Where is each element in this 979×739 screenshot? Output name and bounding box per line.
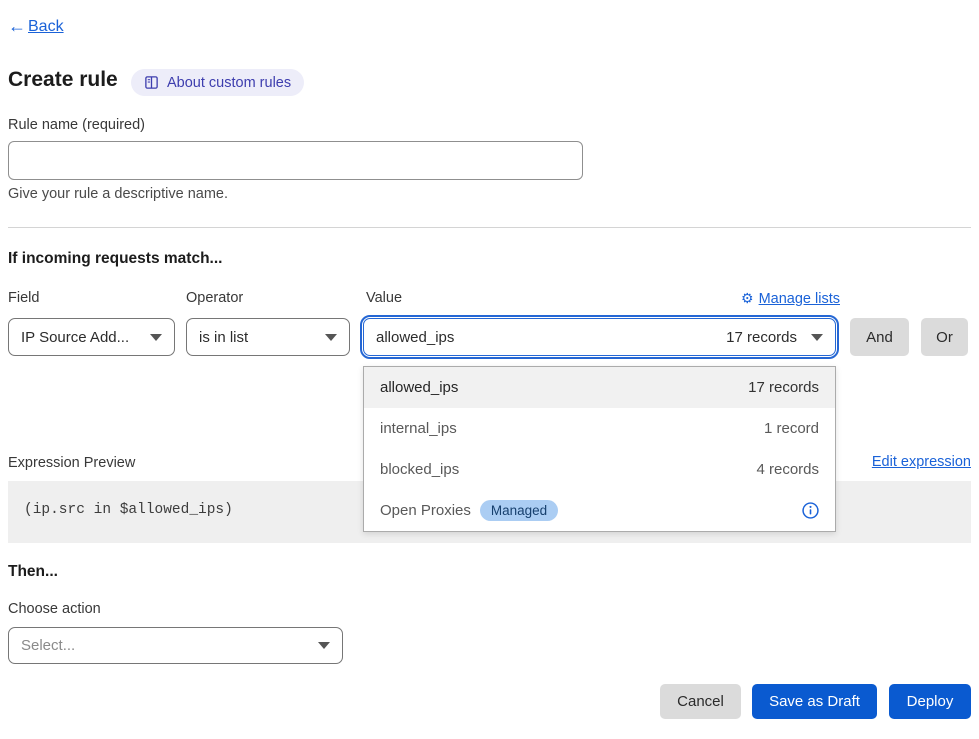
manage-lists-link[interactable]: ⚙ Manage lists bbox=[741, 290, 840, 307]
rule-name-helper-text: Give your rule a descriptive name. bbox=[8, 186, 228, 202]
info-icon[interactable] bbox=[802, 502, 819, 519]
dropdown-item-allowed-ips[interactable]: allowed_ips 17 records bbox=[364, 367, 835, 408]
back-arrow-icon: ← bbox=[8, 16, 26, 37]
value-column-label: Value bbox=[366, 290, 402, 306]
dropdown-item-internal-ips[interactable]: internal_ips 1 record bbox=[364, 408, 835, 449]
dropdown-item-open-proxies[interactable]: Open Proxies Managed bbox=[364, 490, 835, 531]
rule-name-input[interactable] bbox=[8, 141, 583, 180]
value-select[interactable]: allowed_ips 17 records bbox=[363, 318, 836, 356]
manage-lists-label: Manage lists bbox=[759, 291, 840, 307]
section-divider bbox=[8, 227, 971, 228]
cancel-button[interactable]: Cancel bbox=[660, 684, 741, 719]
save-as-draft-button[interactable]: Save as Draft bbox=[752, 684, 877, 719]
list-name: blocked_ips bbox=[380, 461, 459, 478]
chevron-down-icon bbox=[318, 642, 330, 649]
managed-badge: Managed bbox=[480, 500, 558, 521]
edit-expression-link[interactable]: Edit expression bbox=[872, 454, 971, 470]
page-title: Create rule bbox=[8, 68, 118, 92]
dropdown-item-blocked-ips[interactable]: blocked_ips 4 records bbox=[364, 449, 835, 490]
create-rule-page: ← Back Create rule About custom rules Ru… bbox=[0, 0, 979, 739]
value-dropdown-panel: allowed_ips 17 records internal_ips 1 re… bbox=[363, 366, 836, 532]
action-select-placeholder: Select... bbox=[21, 637, 75, 654]
or-button[interactable]: Or bbox=[921, 318, 968, 356]
operator-select[interactable]: is in list bbox=[186, 318, 350, 356]
action-select[interactable]: Select... bbox=[8, 627, 343, 664]
expression-preview-label: Expression Preview bbox=[8, 455, 135, 471]
field-select-value: IP Source Add... bbox=[21, 329, 129, 346]
operator-column-label: Operator bbox=[186, 290, 243, 306]
gear-icon: ⚙ bbox=[741, 290, 754, 307]
list-name: Open Proxies bbox=[380, 502, 471, 519]
value-select-value: allowed_ips bbox=[376, 329, 454, 346]
and-button[interactable]: And bbox=[850, 318, 909, 356]
list-record-count: 1 record bbox=[764, 420, 819, 437]
then-section-heading: Then... bbox=[8, 563, 58, 581]
value-select-record-count: 17 records bbox=[726, 329, 797, 346]
list-name: allowed_ips bbox=[380, 379, 458, 396]
book-icon bbox=[144, 75, 159, 90]
chevron-down-icon bbox=[150, 334, 162, 341]
field-column-label: Field bbox=[8, 290, 39, 306]
about-custom-rules-label: About custom rules bbox=[167, 75, 291, 91]
field-select[interactable]: IP Source Add... bbox=[8, 318, 175, 356]
chevron-down-icon bbox=[325, 334, 337, 341]
choose-action-label: Choose action bbox=[8, 601, 101, 617]
back-link[interactable]: ← Back bbox=[8, 16, 64, 37]
operator-select-value: is in list bbox=[199, 329, 248, 346]
back-link-label: Back bbox=[28, 18, 64, 36]
chevron-down-icon bbox=[811, 334, 823, 341]
list-record-count: 17 records bbox=[748, 379, 819, 396]
about-custom-rules-link[interactable]: About custom rules bbox=[131, 69, 304, 96]
list-name: internal_ips bbox=[380, 420, 457, 437]
expression-code: (ip.src in $allowed_ips) bbox=[24, 502, 233, 518]
rule-name-label: Rule name (required) bbox=[8, 117, 145, 133]
match-section-heading: If incoming requests match... bbox=[8, 250, 222, 268]
deploy-button[interactable]: Deploy bbox=[889, 684, 971, 719]
list-record-count: 4 records bbox=[756, 461, 819, 478]
